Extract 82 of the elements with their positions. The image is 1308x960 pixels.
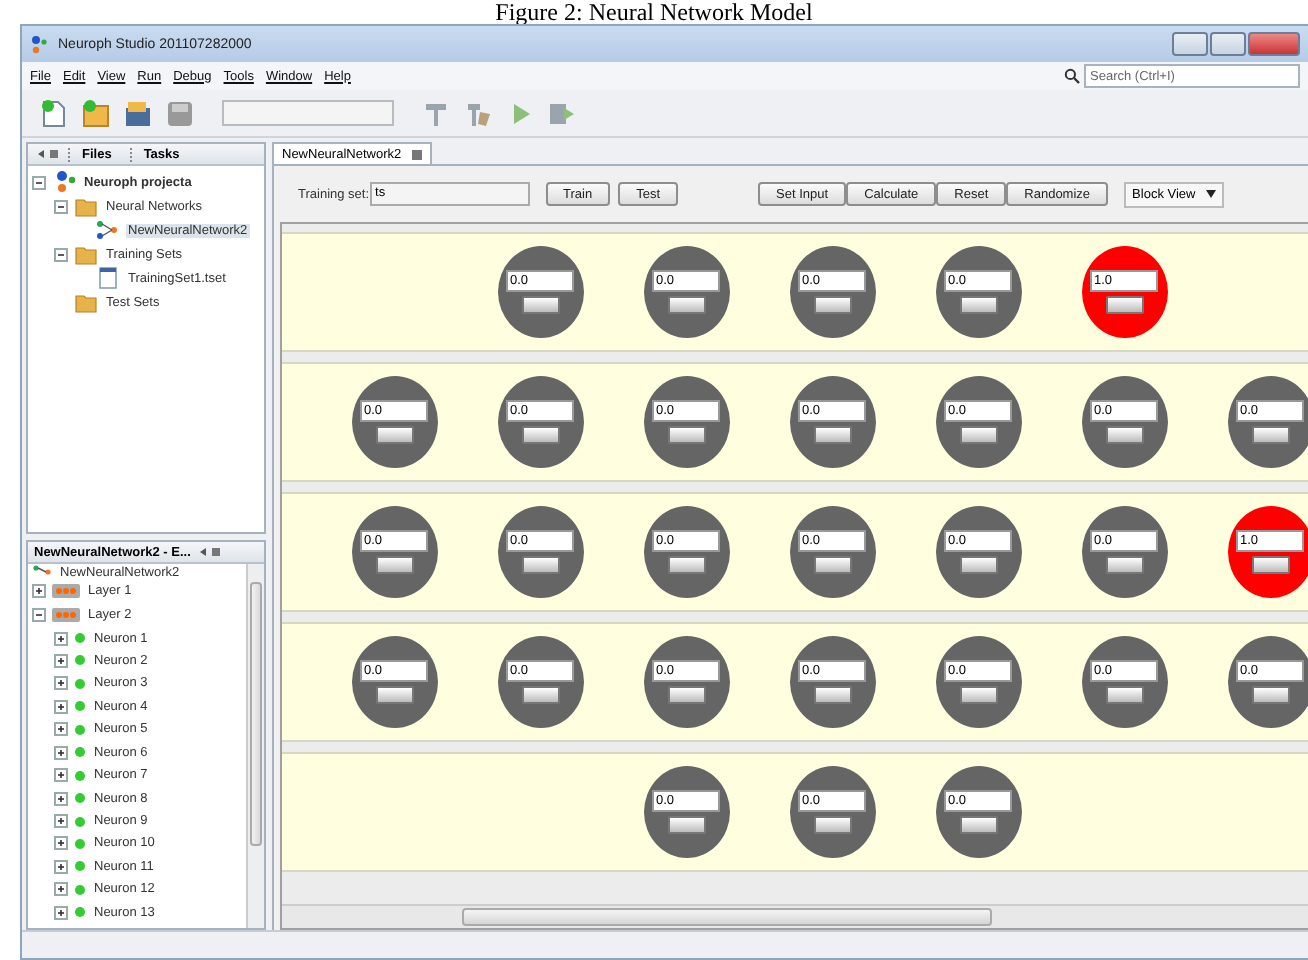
expand-toggle-icon[interactable] xyxy=(32,175,46,189)
neuron-button[interactable] xyxy=(813,296,851,314)
expand-toggle-icon[interactable] xyxy=(32,584,46,599)
network-icon xyxy=(32,564,52,580)
layer-icon xyxy=(52,584,80,599)
scrollbar[interactable] xyxy=(282,904,1308,928)
neuron-button[interactable] xyxy=(667,816,705,834)
neuron-button[interactable] xyxy=(521,556,559,574)
expand-toggle-icon[interactable] xyxy=(54,199,68,213)
expand-toggle-icon[interactable] xyxy=(54,653,68,668)
layer-icon xyxy=(52,607,80,622)
neuron-button[interactable] xyxy=(959,426,997,444)
neuron-dot-icon xyxy=(74,883,86,896)
expand-toggle-icon[interactable] xyxy=(54,905,68,920)
neuron-button[interactable] xyxy=(959,296,997,314)
expand-toggle-icon[interactable] xyxy=(54,699,68,714)
neuron-dot-icon xyxy=(74,837,86,850)
network-icon xyxy=(96,218,120,242)
neuron-button[interactable] xyxy=(1105,426,1143,444)
neuron-button[interactable] xyxy=(813,686,851,704)
neuron-dot-icon xyxy=(74,654,86,667)
expand-toggle-icon[interactable] xyxy=(32,607,46,622)
neuron-button[interactable] xyxy=(1251,426,1289,444)
neuron-button[interactable] xyxy=(375,686,413,704)
scrollbar[interactable] xyxy=(246,564,264,928)
neuron-button[interactable] xyxy=(959,686,997,704)
neuron-button[interactable] xyxy=(667,556,705,574)
neuron-button[interactable] xyxy=(521,296,559,314)
expand-toggle-icon[interactable] xyxy=(54,791,68,806)
expand-toggle-icon[interactable] xyxy=(54,768,68,783)
expand-toggle-icon[interactable] xyxy=(54,745,68,760)
minimize-button[interactable] xyxy=(1172,32,1208,56)
expand-toggle-icon[interactable] xyxy=(54,676,68,691)
neuron-dot-icon xyxy=(74,746,86,759)
neuron-button[interactable] xyxy=(667,426,705,444)
app-logo-icon xyxy=(30,34,50,54)
neuron-button[interactable] xyxy=(521,426,559,444)
neuron-dot-icon xyxy=(74,723,86,736)
panel-controls-icon xyxy=(34,148,62,160)
neuron-dot-icon xyxy=(74,769,86,782)
neuron-button[interactable] xyxy=(375,556,413,574)
neuron-button[interactable] xyxy=(667,296,705,314)
open-folder-icon[interactable] xyxy=(122,97,154,129)
figure-caption: Figure 2: Neural Network Model xyxy=(493,0,815,24)
expand-toggle-icon[interactable] xyxy=(54,882,68,897)
maximize-button[interactable] xyxy=(1210,32,1246,56)
project-icon xyxy=(52,170,76,194)
neuron-dot-icon xyxy=(74,677,86,690)
table-file-icon xyxy=(96,266,120,290)
neuron-button[interactable] xyxy=(813,816,851,834)
folder-icon xyxy=(74,290,98,314)
neuron-button[interactable] xyxy=(1105,686,1143,704)
search-icon xyxy=(1064,68,1080,84)
neuron-button[interactable] xyxy=(375,426,413,444)
expand-toggle-icon[interactable] xyxy=(54,836,68,851)
caret-icon xyxy=(1206,190,1217,198)
neuron-button[interactable] xyxy=(1251,556,1289,574)
neuron-button[interactable] xyxy=(959,816,997,834)
neuron-button[interactable] xyxy=(813,556,851,574)
new-project-icon[interactable] xyxy=(80,97,112,129)
neuron-dot-icon xyxy=(74,860,86,873)
neuron-button[interactable] xyxy=(521,686,559,704)
neuron-dot-icon xyxy=(74,632,86,644)
expand-toggle-icon[interactable] xyxy=(54,859,68,874)
panel-controls-icon xyxy=(196,546,225,558)
expand-toggle-icon[interactable] xyxy=(54,814,68,828)
neuron-button[interactable] xyxy=(1105,296,1143,314)
expand-toggle-icon[interactable] xyxy=(54,722,68,737)
neuron-button[interactable] xyxy=(813,426,851,444)
folder-icon xyxy=(74,242,98,266)
neuron-button[interactable] xyxy=(667,686,705,704)
neuron-button[interactable] xyxy=(959,556,997,574)
neuron-dot-icon xyxy=(74,815,86,827)
neuron-button[interactable] xyxy=(1251,686,1289,704)
neuron-dot-icon xyxy=(74,906,86,919)
folder-icon xyxy=(74,194,98,218)
neuron-dot-icon xyxy=(74,700,86,713)
expand-toggle-icon[interactable] xyxy=(54,247,68,261)
new-file-icon[interactable] xyxy=(38,97,70,129)
neuron-dot-icon xyxy=(74,792,86,805)
expand-toggle-icon[interactable] xyxy=(54,631,68,645)
neuron-button[interactable] xyxy=(1105,556,1143,574)
